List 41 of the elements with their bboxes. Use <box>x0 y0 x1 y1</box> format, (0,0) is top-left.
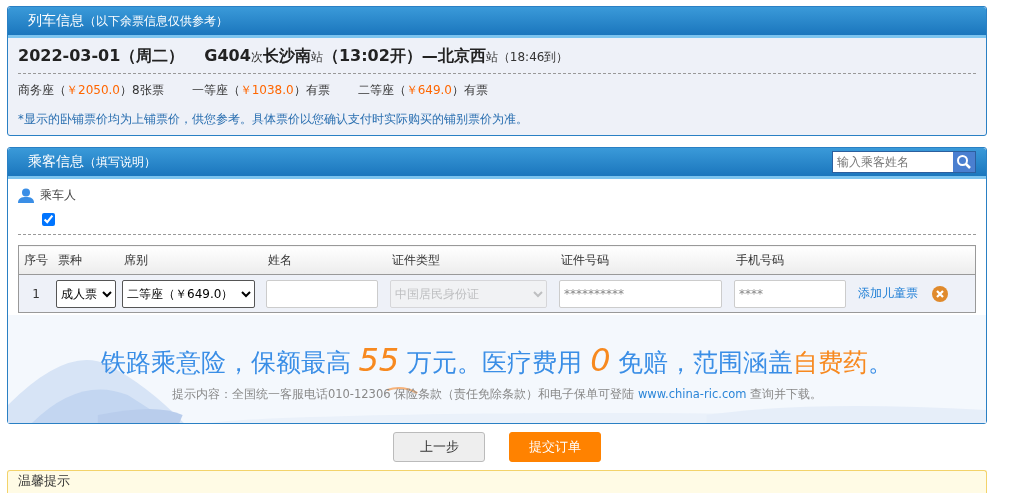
id-number-field[interactable]: ********** <box>559 279 722 308</box>
column-header: 序号 <box>18 245 53 275</box>
search-icon[interactable] <box>953 152 975 172</box>
passenger-search-field[interactable]: 输入乘客姓名 <box>832 151 976 173</box>
seat-availability: 一等座（￥1038.0）有票 <box>191 82 330 99</box>
ticket-type-select[interactable]: 成人票 <box>56 279 116 308</box>
column-header: 席别 <box>119 245 263 275</box>
trip-text: 2022-03-01（周二） <box>18 46 185 67</box>
banner-note: 提示内容：全国统一客服电话010-12306 保险条款（责任免除条款）和电子保单可登陆 www.china-ric.com 查询并下载。 <box>171 387 823 402</box>
add-child-ticket-link[interactable]: 添加儿童票 <box>858 286 918 300</box>
panel-title: 列车信息 <box>28 12 84 30</box>
trip-suffix: 站 <box>485 50 498 66</box>
passenger-checkbox[interactable] <box>42 212 55 226</box>
instructions-link[interactable]: （填写说明） <box>84 155 156 169</box>
trip-text: 长沙南 <box>262 46 311 67</box>
column-header: 证件类型 <box>387 245 556 275</box>
name-field[interactable] <box>266 279 378 308</box>
submit-order-button[interactable]: 提交订单 <box>509 432 601 462</box>
person-icon <box>18 188 34 203</box>
trip-suffix: 站 <box>310 50 323 66</box>
panel-subtitle: （以下余票信息仅供参考） <box>84 12 228 30</box>
previous-step-button[interactable]: 上一步 <box>393 432 485 462</box>
panel-title: 乘客信息 <box>28 153 84 169</box>
column-header: 票种 <box>53 245 119 275</box>
seat-availability: 二等座（￥649.0）有票 <box>357 82 488 99</box>
price-note: *显示的卧铺票价均为上铺票价，供您参考。具体票价以您确认支付时实际购买的铺别票价为准。 <box>18 112 529 127</box>
passenger-label: 乘车人 <box>40 187 76 204</box>
trip-text: G404 <box>204 46 251 65</box>
column-header: 证件号码 <box>556 245 731 275</box>
banner-headline: 铁路乘意险，保额最高 55 万元。医疗费用 0 免赔，范围涵盖自费药。 <box>100 341 894 379</box>
trip-suffix: 次 <box>250 50 263 66</box>
remove-icon[interactable] <box>932 285 948 302</box>
row-number: 1 <box>32 286 40 301</box>
seat-availability: 商务座（￥2050.0）8张票 <box>18 82 164 99</box>
phone-field[interactable]: **** <box>734 279 846 308</box>
tips-title: 温馨提示 <box>18 473 70 488</box>
column-header: 手机号码 <box>731 245 855 275</box>
trip-text: （13:02开）—北京西 <box>322 46 486 67</box>
seat-class-select[interactable]: 二等座（￥649.0） <box>122 279 255 308</box>
column-header: 姓名 <box>263 245 387 275</box>
trip-suffix: （18:46到） <box>497 49 569 66</box>
